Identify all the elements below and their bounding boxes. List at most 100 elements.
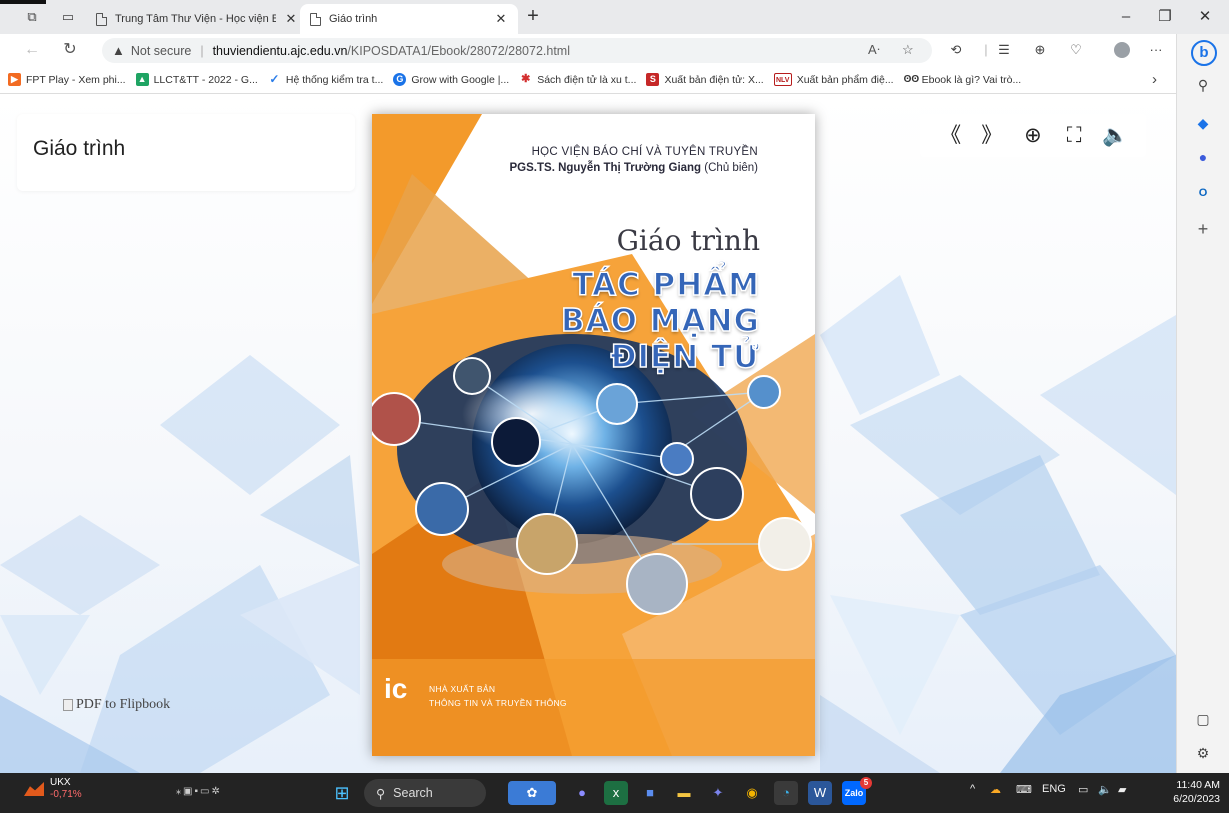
windows-start-icon[interactable]: ⊞ [330, 781, 354, 805]
shopping-tag-icon[interactable]: ◆ [1194, 114, 1212, 132]
zalo-badge: 5 [860, 777, 872, 789]
widgets-icon[interactable]: ✿ [508, 781, 556, 805]
close-icon[interactable]: ✕ [494, 11, 508, 27]
favorite-label: Sách điện tử là xu t... [537, 73, 637, 86]
sidebar-toggle-icon[interactable]: ▢ [1194, 710, 1212, 728]
page-title-box: Giáo trình [17, 114, 355, 191]
cover-title-line-1: TÁC PHẨM [571, 267, 760, 303]
volume-icon[interactable]: 🔈 [1098, 783, 1112, 796]
performance-icon[interactable]: ♡ [1066, 41, 1086, 59]
google-drive-icon: ▲ [135, 73, 149, 86]
taskbar-search[interactable]: ⚲ Search [364, 779, 486, 807]
double-right-icon[interactable]: 》 [977, 121, 1007, 151]
outlook-icon[interactable]: O [1194, 184, 1212, 202]
edge-sidebar: b ⚲ ◆ ● O + ▢ ⚙ [1176, 34, 1229, 773]
file-explorer-icon[interactable]: ▬ [672, 781, 696, 805]
chevron-right-icon[interactable]: › [1152, 71, 1157, 88]
stock-chart-icon [24, 782, 44, 796]
close-icon[interactable]: ✕ [284, 11, 298, 27]
battery-icon[interactable]: ▰ [1118, 783, 1126, 796]
publisher-name-1: NHÀ XUẤT BẢN [429, 684, 496, 694]
url-host: thuviendientu.ajc.edu.vn [212, 43, 348, 58]
tab-actions-icon[interactable]: ▭ [60, 9, 76, 25]
favorite-item[interactable]: S Xuất bản điện tử: X... [646, 73, 764, 86]
double-left-icon[interactable]: 《 [936, 121, 966, 151]
cover-editor-role: (Chủ biên) [704, 162, 758, 174]
bing-chat-icon[interactable]: b [1191, 40, 1217, 66]
favorite-item[interactable]: ✱ Sách điện tử là xu t... [519, 73, 636, 86]
search-icon[interactable]: ⚲ [1194, 76, 1212, 94]
broken-image-icon [63, 699, 73, 711]
favorite-label: FPT Play - Xem phi... [26, 73, 126, 86]
publisher-name-2: THÔNG TIN VÀ TRUYỀN THÔNG [429, 698, 567, 708]
new-tab-button[interactable]: + [522, 6, 544, 28]
cover-series: Giáo trình [616, 224, 760, 257]
fullscreen-icon[interactable]: ⛶ [1059, 121, 1089, 151]
zalo-icon[interactable]: Zalo 5 [842, 777, 872, 805]
network-icon[interactable]: ▭ [1078, 783, 1088, 796]
camera-app-icon[interactable]: ■ [638, 781, 662, 805]
cover-publisher-line: HỌC VIỆN BÁO CHÍ VÀ TUYÊN TRUYỀN [531, 146, 758, 158]
read-aloud-icon[interactable]: Aᐧ [868, 42, 880, 58]
cover-title-line-3: ĐIỆN TỬ [610, 339, 760, 375]
page-icon [310, 12, 321, 26]
tab-library[interactable]: Trung Tâm Thư Viện - Học viện B ✕ [86, 4, 308, 34]
owl-icon: ʘʘ [903, 73, 920, 86]
favorite-item[interactable]: ▲ LLCT&TT - 2022 - G... [135, 73, 258, 86]
favorite-item[interactable]: ʘʘ Ebook là gì? Vai trò... [903, 73, 1022, 86]
language-indicator[interactable]: ENG [1042, 783, 1066, 795]
favorite-item[interactable]: ✓ Hệ thống kiểm tra t... [267, 73, 383, 86]
cover-author: PGS.TS. Nguyễn Thị Trường Giang (Chủ biê… [510, 162, 758, 174]
workspaces-icon[interactable]: ⧉ [24, 9, 40, 25]
favorites-icon[interactable]: ☰ [994, 41, 1014, 59]
stock-change: -0,71% [50, 789, 82, 800]
close-window-button[interactable]: ✕ [1190, 6, 1220, 28]
security-label[interactable]: Not secure [131, 44, 191, 58]
chrome-icon[interactable]: ◉ [740, 781, 764, 805]
add-icon[interactable]: + [1194, 220, 1212, 238]
keyboard-icon[interactable]: ⌨ [1016, 783, 1032, 796]
book-cover[interactable]: HỌC VIỆN BÁO CHÍ VÀ TUYÊN TRUYỀN PGS.TS.… [372, 114, 815, 756]
clock-date: 6/20/2023 [1173, 793, 1220, 805]
corner-bar [0, 0, 46, 4]
toolbar-divider: | [984, 42, 988, 57]
restore-button[interactable]: ❐ [1150, 6, 1180, 28]
back-button[interactable]: ← [20, 40, 44, 60]
teams-icon[interactable]: ✦ [706, 781, 730, 805]
word-icon[interactable]: W [808, 781, 832, 805]
teams-chat-icon[interactable]: ● [570, 781, 594, 805]
favorite-item[interactable]: G Grow with Google |... [393, 73, 509, 86]
profile-avatar[interactable] [1114, 42, 1130, 58]
flipbook-toolbar: 《 》 ⊕ ⛶ 🔈 [920, 114, 1146, 157]
collections-icon[interactable]: ⊕ [1030, 41, 1050, 59]
tab-title: Trung Tâm Thư Viện - Học viện B [115, 13, 276, 25]
cover-artwork [372, 114, 815, 756]
tools-icon[interactable]: ● [1194, 148, 1212, 166]
address-bar: ← ↻ ▲ Not secure | thuviendientu.ajc.edu… [0, 34, 1176, 66]
refresh-button[interactable]: ↻ [58, 40, 82, 60]
settings-gear-icon[interactable]: ⚙ [1194, 744, 1212, 762]
stock-widget[interactable]: UKX -0,71% [24, 777, 82, 801]
tab-title: Giáo trình [329, 13, 378, 25]
warning-icon: ▲ [112, 43, 125, 58]
pdf-to-flipbook-link[interactable]: PDF to Flipbook [63, 697, 170, 713]
minimize-button[interactable]: – [1111, 6, 1141, 28]
flipbook-page: Giáo trình 《 》 ⊕ ⛶ 🔈 PDF to Flipbook HỌC… [0, 95, 1176, 773]
excel-icon[interactable]: x [604, 781, 628, 805]
favorite-star-icon[interactable]: ☆ [902, 42, 914, 58]
url-field[interactable]: ▲ Not secure | thuviendientu.ajc.edu.vn /… [102, 38, 932, 63]
show-hidden-icons[interactable]: ^ [970, 783, 975, 795]
system-clock[interactable]: 11:40 AM 6/20/2023 [1164, 778, 1220, 806]
extensions-icon[interactable]: ⟲ [946, 41, 966, 59]
favorite-item[interactable]: ▶ FPT Play - Xem phi... [8, 73, 126, 86]
tab-giao-trinh[interactable]: Giáo trình ✕ [300, 4, 518, 34]
tray-icons-left[interactable]: ⁎▣▪▭✲ [176, 786, 222, 797]
speaker-icon[interactable]: 🔈 [1100, 121, 1130, 151]
more-menu-icon[interactable]: ··· [1146, 41, 1166, 59]
zoom-in-icon[interactable]: ⊕ [1018, 121, 1048, 151]
favorite-item[interactable]: NLV Xuất bản phẩm điệ... [773, 73, 894, 86]
favorite-label: Ebook là gì? Vai trò... [921, 73, 1022, 86]
edge-icon[interactable]: ◔ [774, 781, 798, 805]
onedrive-icon[interactable]: ☁ [990, 783, 1001, 796]
star-bracket-icon: ✱ [519, 73, 533, 86]
